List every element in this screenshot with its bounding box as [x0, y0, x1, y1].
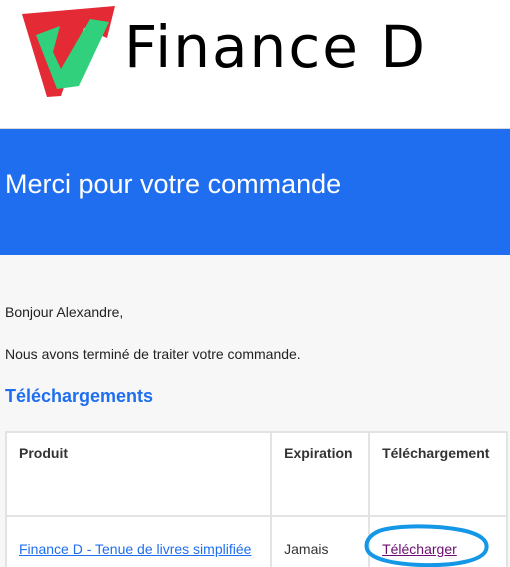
brand-name: Finance D [124, 13, 427, 81]
header-logo-area: Finance D [0, 0, 510, 128]
email-page: Finance D Merci pour votre commande Bonj… [0, 0, 510, 567]
column-header-product: Produit [4, 431, 273, 517]
downloads-heading: Téléchargements [5, 386, 154, 406]
expiration-cell: Jamais [270, 515, 371, 567]
product-cell: Finance D - Tenue de livres simplifiée [4, 515, 273, 567]
order-message: Nous avons terminé de traiter votre comm… [5, 346, 301, 362]
table-header-row: Produit Expiration Téléchargement [4, 431, 508, 517]
column-header-expiration: Expiration [270, 431, 371, 517]
greeting-text: Bonjour Alexandre, [5, 304, 124, 320]
finance-d-logo-icon [22, 6, 115, 97]
banner-title: Merci pour votre commande [5, 169, 342, 199]
download-link[interactable]: Télécharger [382, 541, 457, 557]
column-header-download: Téléchargement [368, 431, 508, 517]
table-row: Finance D - Tenue de livres simplifiée J… [4, 515, 508, 567]
download-cell: Télécharger [364, 515, 508, 567]
order-banner: Merci pour votre commande [0, 129, 510, 255]
product-link[interactable]: Finance D - Tenue de livres simplifiée [19, 541, 251, 557]
email-content: Bonjour Alexandre, Nous avons terminé de… [0, 255, 510, 567]
downloads-table: Produit Expiration Téléchargement Financ… [4, 431, 508, 567]
